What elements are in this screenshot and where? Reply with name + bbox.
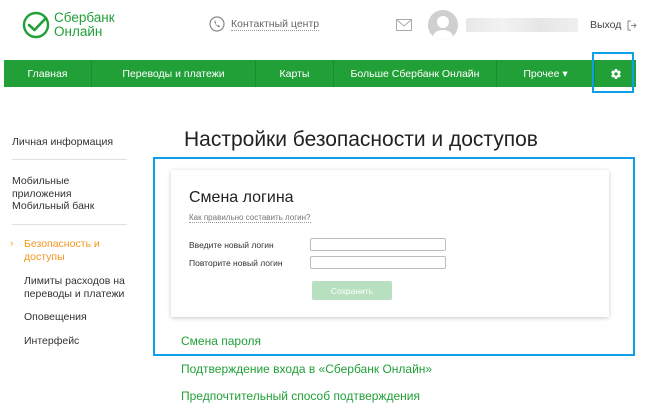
login-change-title: Смена логина [189,189,294,206]
login-change-card: Смена логина Как правильно составить лог… [171,170,609,317]
sberbank-logo[interactable]: Сбербанк Онлайн [22,8,132,42]
sidebar-item-mobile-bank[interactable]: Мобильный банк [12,200,122,213]
change-password-link[interactable]: Смена пароля [181,334,261,348]
logout-button[interactable]: Выход [590,19,638,31]
brand-line-2: Онлайн [54,24,103,39]
sidebar-item-personal-info[interactable]: Личная информация [12,136,122,149]
logout-label: Выход [590,19,622,31]
sidebar-divider [12,224,127,225]
contact-center-link[interactable]: Контактный центр [231,18,320,31]
settings-highlight-frame [592,52,634,93]
sidebar-item-security[interactable]: Безопасность и доступы [24,238,120,263]
phone-icon [209,16,225,32]
new-login-label: Введите новый логин [189,240,274,250]
active-chevron-icon: › [10,238,14,249]
sberbank-logo-icon [22,11,50,39]
contact-center[interactable]: Контактный центр [209,16,320,32]
nav-other-dropdown[interactable]: Прочее ▾ [497,60,595,87]
login-confirmation-link[interactable]: Подтверждение входа в «Сбербанк Онлайн» [181,362,432,376]
sidebar-item-limits[interactable]: Лимиты расходов на переводы и платежи [24,275,136,300]
sidebar-item-notifications[interactable]: Оповещения [24,311,134,324]
brand-line-1: Сбербанк [54,10,115,25]
username-redacted [466,18,578,32]
preferred-confirmation-link[interactable]: Предпочтительный способ подтверждения [181,389,420,403]
nav-main[interactable]: Главная [4,60,92,87]
repeat-login-input[interactable] [310,256,446,269]
main-navigation: Главная Переводы и платежи Карты Больше … [4,60,636,87]
save-button[interactable]: Сохранить [312,281,392,300]
nav-more-sberbank-online[interactable]: Больше Сбербанк Онлайн [334,60,497,87]
repeat-login-label: Повторите новый логин [189,258,283,268]
sidebar-item-mobile-apps[interactable]: Мобильные приложения [12,175,122,200]
nav-transfers-payments[interactable]: Переводы и платежи [92,60,256,87]
avatar[interactable] [428,10,458,40]
mail-icon[interactable] [396,19,412,31]
page-title: Настройки безопасности и доступов [184,128,538,151]
nav-cards[interactable]: Карты [256,60,334,87]
login-help-link[interactable]: Как правильно составить логин? [189,213,311,223]
new-login-input[interactable] [310,238,446,251]
user-silhouette-icon [433,16,453,40]
sidebar-item-interface[interactable]: Интерфейс [24,335,134,348]
brand-name: Сбербанк Онлайн [54,11,115,39]
sidebar-divider [12,159,127,160]
logout-icon [627,20,638,30]
